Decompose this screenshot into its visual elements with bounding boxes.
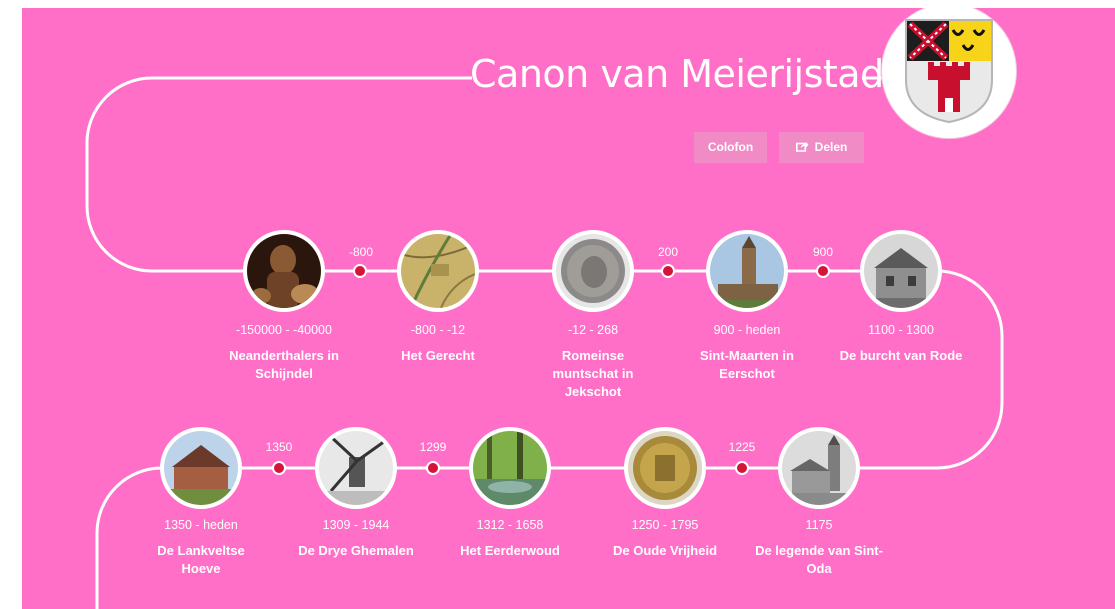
item-date: 1350 - heden [164,518,238,532]
gold-coin-image [628,431,702,505]
timeline-item-burcht-van-rode[interactable] [860,230,942,312]
marker-year: -800 [348,245,374,259]
neanderthal-image [247,234,321,308]
marker-year: 900 [812,245,834,259]
item-date: 1312 - 1658 [476,518,544,532]
church-tower-image [710,234,784,308]
share-icon [795,142,809,153]
forest-image [473,431,547,505]
timeline-marker [353,264,367,278]
timeline-marker [272,461,286,475]
timeline-marker [661,264,675,278]
item-title[interactable]: De Oude Vrijheid [590,542,740,560]
timeline-item-neanderthalers[interactable] [243,230,325,312]
timeline-item-oude-vrijheid[interactable] [624,427,706,509]
share-button[interactable]: Delen [779,132,864,163]
item-title[interactable]: De legende van Sint-Oda [754,542,884,578]
marker-year: 1225 [728,440,756,454]
item-title[interactable]: De Lankveltse Hoeve [146,542,256,578]
item-title[interactable]: Het Eerderwoud [435,542,585,560]
item-date: 900 - heden [713,323,781,337]
crest-logo[interactable] [882,8,1016,138]
old-map-image [401,234,475,308]
timeline-item-eerderwoud[interactable] [469,427,551,509]
item-date: 1175 [805,518,833,532]
roman-coin-image [556,234,630,308]
chapel-image [782,431,856,505]
item-date: -12 - 268 [567,323,619,337]
colofon-button[interactable]: Colofon [694,132,767,163]
coat-of-arms-icon [905,19,993,124]
castle-building-image [864,234,938,308]
item-title[interactable]: De Drye Ghemalen [281,542,431,560]
timeline-marker [426,461,440,475]
item-date: 1309 - 1944 [322,518,390,532]
item-title[interactable]: Sint-Maarten in Eerschot [682,347,812,383]
farmhouse-image [164,431,238,505]
timeline-item-lankveltse-hoeve[interactable] [160,427,242,509]
timeline-marker [816,264,830,278]
timeline-canvas: Canon van Meierijstad Colofon Delen -800… [22,8,1115,609]
timeline-item-het-gerecht[interactable] [397,230,479,312]
timeline-item-sint-maarten[interactable] [706,230,788,312]
item-date: 1250 - 1795 [631,518,699,532]
share-label: Delen [814,140,848,154]
timeline-item-sint-oda[interactable] [778,427,860,509]
item-title[interactable]: Romeinse muntschat in Jekschot [543,347,643,401]
windmill-image [319,431,393,505]
item-date: -800 - -12 [410,323,466,337]
item-title[interactable]: De burcht van Rode [836,347,966,365]
marker-year: 1299 [419,440,447,454]
timeline-marker [735,461,749,475]
item-date: 1100 - 1300 [868,323,934,337]
marker-year: 1350 [265,440,293,454]
colofon-label: Colofon [707,140,754,154]
timeline-item-drye-ghemalen[interactable] [315,427,397,509]
page-title: Canon van Meierijstad [470,52,884,96]
timeline-item-romeinse-muntschat[interactable] [552,230,634,312]
item-title[interactable]: Neanderthalers in Schijndel [219,347,349,383]
item-date: -150000 - -40000 [236,323,332,337]
marker-year: 200 [657,245,679,259]
item-title[interactable]: Het Gerecht [373,347,503,365]
